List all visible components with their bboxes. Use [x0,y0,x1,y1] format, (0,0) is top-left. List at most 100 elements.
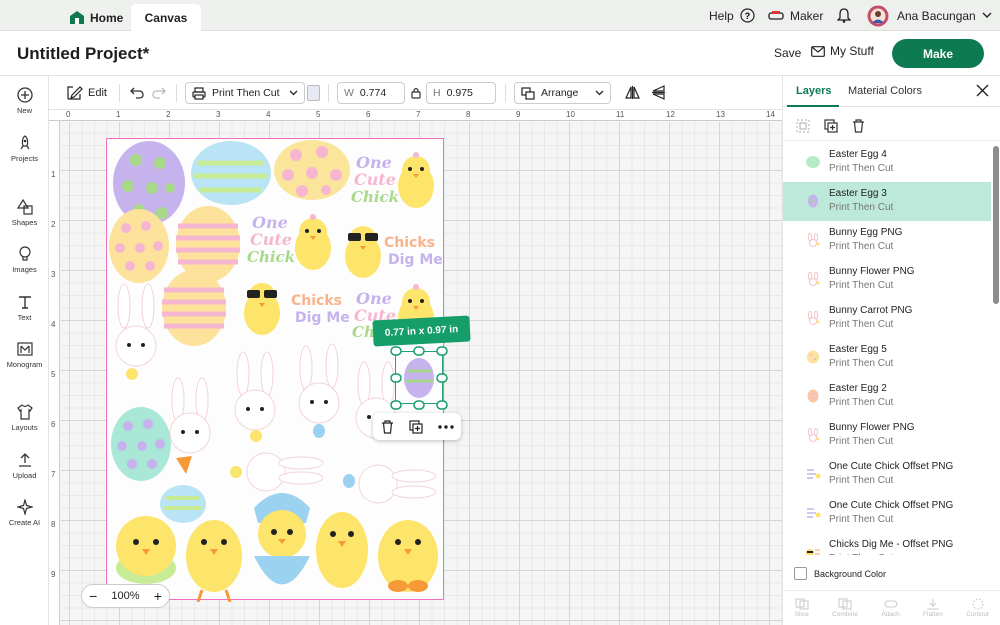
chick-image[interactable] [316,512,368,588]
sidebar-item-new[interactable]: New [0,87,49,115]
easter-egg-image[interactable] [274,140,350,200]
easter-egg-image[interactable] [160,485,206,523]
size-indicator: 0.77 in x 0.97 in [372,315,471,347]
arrange-dropdown[interactable]: Arrange [514,82,611,104]
background-color-checkbox[interactable] [794,567,807,580]
bunny-image[interactable] [230,452,324,492]
redo-icon[interactable] [152,86,166,99]
duplicate-icon[interactable] [824,119,838,133]
one-cute-chick-image[interactable]: One Cute Chick [247,213,295,266]
layer-row[interactable]: Easter Egg 4 Print Then Cut [783,143,991,182]
selection-handles[interactable] [390,346,448,410]
tab-home[interactable]: Home [70,4,123,31]
chick-image[interactable] [295,214,331,270]
duplicate-icon[interactable] [408,419,423,434]
sidebar-item-upload[interactable]: Upload [0,452,49,480]
color-swatch[interactable] [307,85,320,101]
layer-row[interactable]: Easter Egg 3 Print Then Cut [783,182,991,221]
chick-image[interactable] [398,152,434,208]
svg-text:Chicks: Chicks [384,235,435,251]
bunny-image[interactable] [343,464,437,504]
edit-button[interactable]: Edit [67,85,107,100]
chicks-dig-me-image[interactable]: Chicks Dig Me [384,235,443,268]
tab-material-colors[interactable]: Material Colors [848,85,922,97]
easter-egg-image[interactable] [109,209,169,283]
trash-icon[interactable] [381,419,394,434]
sidebar-item-text[interactable]: Text [0,294,49,322]
chicks-dig-me-image[interactable]: Chicks Dig Me [291,293,350,326]
one-cute-chick-image[interactable]: One Cute Chick [351,153,399,206]
background-color-toggle[interactable]: Background Color [794,567,886,580]
layer-row[interactable]: Bunny Flower PNG Print Then Cut [783,416,991,455]
height-field[interactable]: H 0.975 [426,82,496,104]
bunny-image[interactable] [234,351,276,442]
scrollbar-thumb[interactable] [993,146,999,304]
ruler-top-label: 6 [366,110,371,119]
user-menu[interactable]: Ana Bacungan [867,0,992,31]
easter-egg-image[interactable] [111,407,171,481]
my-stuff-button[interactable]: My Stuff [811,44,874,58]
bunny-image[interactable] [115,283,157,380]
chick-image[interactable] [244,283,280,335]
zoom-level[interactable]: 100% [111,590,139,602]
combine-button[interactable]: Combine [832,598,858,618]
bunny-image[interactable] [169,377,211,474]
save-button[interactable]: Save [774,46,801,60]
more-options-icon[interactable] [437,424,454,429]
ruler-top-label: 11 [616,110,625,119]
chick-image[interactable] [254,493,310,585]
chick-image[interactable] [116,516,176,584]
zoom-in-button[interactable]: + [154,588,162,604]
ruler-top: 0 1 2 3 4 5 6 7 8 9 10 11 12 13 14 [49,110,782,121]
flip-horizontal-icon[interactable] [625,85,640,100]
lock-icon[interactable] [411,87,421,99]
easter-egg-image[interactable] [176,206,240,282]
easter-egg-image[interactable] [162,270,226,346]
tab-canvas[interactable]: Canvas [131,4,201,31]
zoom-out-button[interactable]: − [89,588,97,604]
make-button[interactable]: Make [892,39,984,68]
help-button[interactable]: Help ? [709,0,755,31]
sidebar-item-layouts[interactable]: Layouts [0,404,49,432]
maker-button[interactable]: Maker [768,0,823,31]
notifications-button[interactable] [837,0,851,31]
group-icon[interactable] [796,119,810,133]
sidebar-item-images[interactable]: Images [0,246,49,274]
layer-row[interactable]: Bunny Egg PNG Print Then Cut [783,221,991,260]
sidebar-item-projects[interactable]: Projects [0,135,49,163]
chick-image[interactable] [186,520,242,602]
undo-icon[interactable] [130,86,144,99]
slice-button[interactable]: Slice [795,598,809,618]
sidebar-item-shapes[interactable]: Shapes [0,199,49,227]
layer-row[interactable]: Bunny Flower PNG Print Then Cut [783,260,991,299]
close-icon[interactable] [976,84,989,97]
layer-row[interactable]: One Cute Chick Offset PNG Print Then Cut [783,455,991,494]
trash-icon[interactable] [852,119,865,133]
attach-button[interactable]: Attach [881,598,900,618]
arrange-label: Arrange [541,87,579,99]
tab-layers[interactable]: Layers [796,85,831,97]
chick-image[interactable] [345,226,381,278]
layer-row[interactable]: Easter Egg 2 Print Then Cut [783,377,991,416]
layer-row[interactable]: Chicks Dig Me - Offset PNG Print Then Cut [783,533,991,555]
bunny-image[interactable] [298,343,340,438]
width-field[interactable]: W 0.774 [337,82,405,104]
flip-vertical-icon[interactable] [651,85,666,100]
layer-thumbnail [805,271,821,286]
easter-egg-image[interactable] [191,141,271,205]
chick-image[interactable] [378,520,438,592]
layer-row[interactable]: Bunny Carrot PNG Print Then Cut [783,299,991,338]
project-title[interactable]: Untitled Project* [17,44,149,64]
sidebar-item-monogram[interactable]: Monogram [0,341,49,369]
flatten-button[interactable]: Flatten [923,598,943,618]
ruler-left-label: 7 [51,470,56,479]
ruler-left-label: 3 [51,270,56,279]
sidebar-item-create-ai[interactable]: Create AI [0,499,49,527]
layer-row[interactable]: Easter Egg 5 Print Then Cut [783,338,991,377]
height-label: H [433,87,441,99]
operation-dropdown[interactable]: Print Then Cut [185,82,305,104]
rocket-icon [20,135,29,150]
layer-row[interactable]: One Cute Chick Offset PNG Print Then Cut [783,494,991,533]
contour-button[interactable]: Contour [966,598,989,618]
combine-icon [838,598,852,610]
